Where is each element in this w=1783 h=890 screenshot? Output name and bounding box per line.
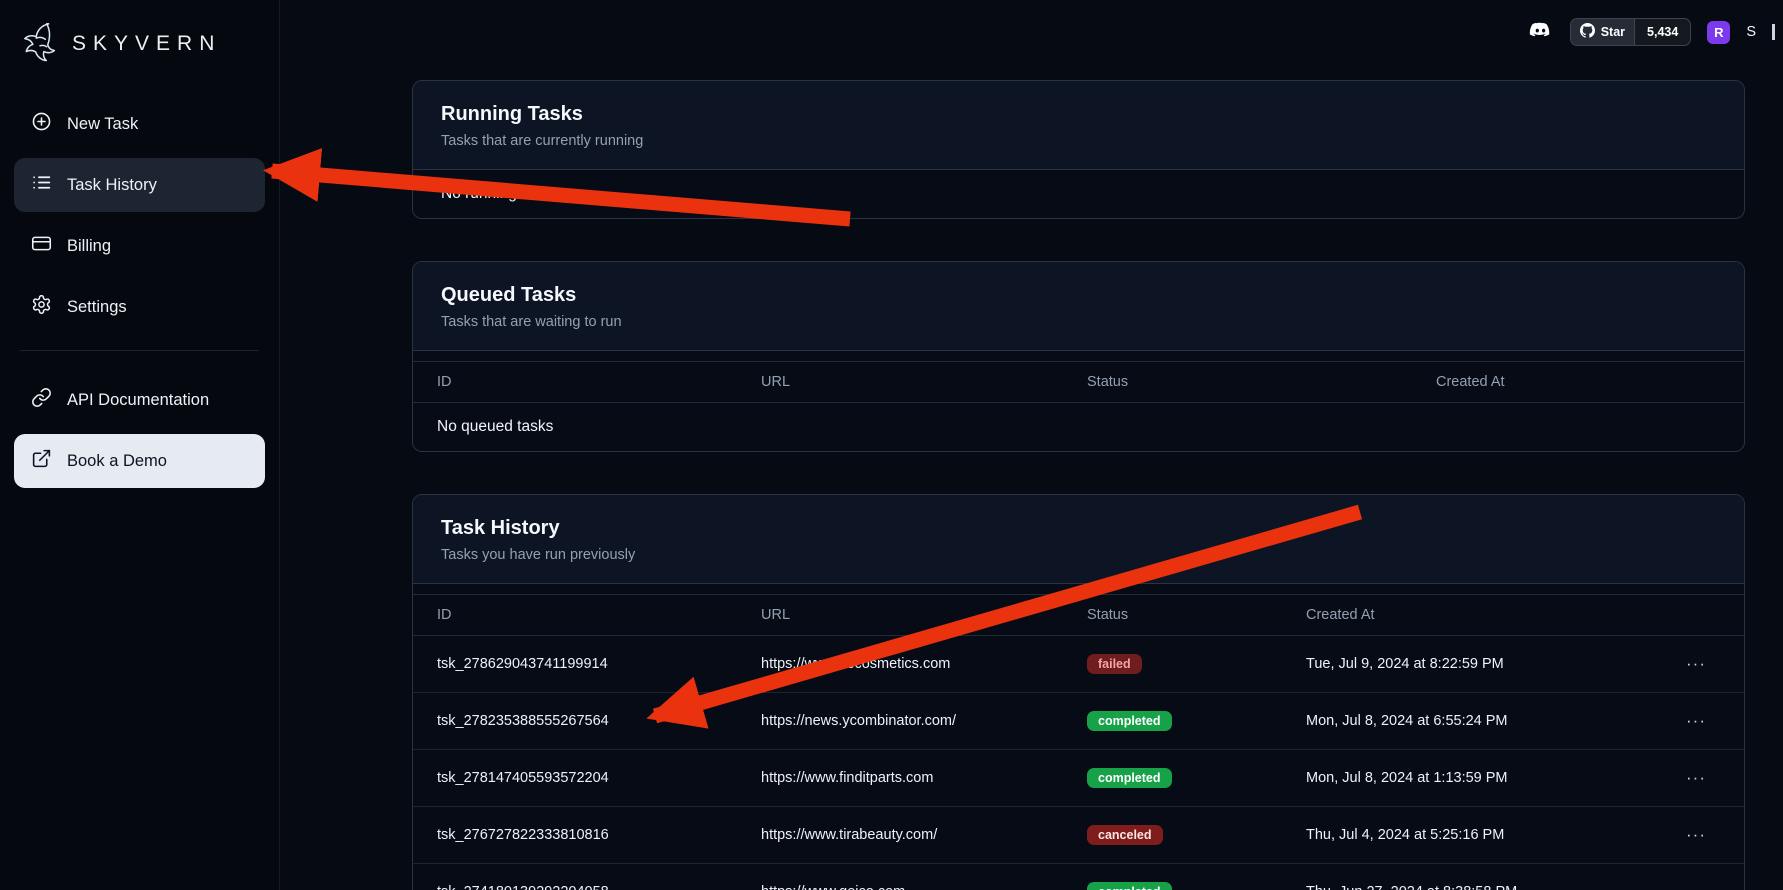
- table-row[interactable]: tsk_274180139292204058 https://www.geico…: [413, 864, 1744, 890]
- column-header-created-at: Created At: [1306, 595, 1680, 635]
- github-icon: [1580, 23, 1595, 41]
- card-subtitle: Tasks that are waiting to run: [441, 314, 1716, 330]
- task-id-cell: tsk_274180139292204058: [413, 868, 761, 890]
- column-header-id: ID: [413, 595, 761, 635]
- top-bar: Star 5,434 R S: [1525, 18, 1775, 46]
- status-badge: canceled: [1087, 825, 1163, 845]
- skyvern-logo-icon: [20, 20, 62, 67]
- avatar[interactable]: R: [1707, 21, 1730, 44]
- row-actions-button[interactable]: ···: [1680, 823, 1712, 847]
- running-tasks-card: Running Tasks Tasks that are currently r…: [412, 80, 1745, 219]
- sidebar-divider: [20, 350, 259, 351]
- status-badge: completed: [1087, 768, 1172, 788]
- task-url-cell: https://www.geico.com: [761, 868, 1087, 890]
- column-header-actions: [1680, 603, 1744, 627]
- status-badge: failed: [1087, 654, 1142, 674]
- sidebar-item-new-task[interactable]: New Task: [14, 97, 265, 151]
- sidebar-item-label: New Task: [67, 115, 138, 134]
- app-title: SKYVERN: [72, 32, 221, 56]
- table-row[interactable]: tsk_276727822333810816 https://www.tirab…: [413, 807, 1744, 864]
- table-row[interactable]: tsk_278235388555267564 https://news.ycom…: [413, 693, 1744, 750]
- task-history-card: Task History Tasks you have run previous…: [412, 494, 1745, 890]
- history-table-header: ID URL Status Created At: [413, 594, 1744, 636]
- column-header-status: Status: [1087, 595, 1306, 635]
- task-created-cell: Mon, Jul 8, 2024 at 1:13:59 PM: [1306, 754, 1680, 802]
- task-url-cell: https://www.finditparts.com: [761, 754, 1087, 802]
- github-star-button[interactable]: Star 5,434: [1570, 18, 1692, 46]
- task-created-cell: Thu, Jul 4, 2024 at 5:25:16 PM: [1306, 811, 1680, 859]
- running-tasks-header: Running Tasks Tasks that are currently r…: [413, 81, 1744, 170]
- task-id-cell: tsk_278147405593572204: [413, 754, 761, 802]
- gear-icon: [31, 294, 52, 320]
- task-history-header: Task History Tasks you have run previous…: [413, 495, 1744, 584]
- task-created-cell: Thu, Jun 27, 2024 at 8:38:58 PM: [1306, 868, 1680, 890]
- table-row[interactable]: tsk_278629043741199914 https://www.iteco…: [413, 636, 1744, 693]
- sidebar-item-label: Task History: [67, 176, 157, 195]
- link-icon: [31, 387, 52, 413]
- row-actions-button[interactable]: ···: [1680, 880, 1712, 890]
- queued-empty-state: No queued tasks: [413, 403, 1744, 451]
- list-icon: [31, 172, 52, 198]
- table-row[interactable]: tsk_278147405593572204 https://www.findi…: [413, 750, 1744, 807]
- sidebar-item-api-documentation[interactable]: API Documentation: [14, 373, 265, 427]
- task-created-cell: Mon, Jul 8, 2024 at 6:55:24 PM: [1306, 697, 1680, 745]
- card-subtitle: Tasks that are currently running: [441, 133, 1716, 149]
- row-actions-button[interactable]: ···: [1680, 709, 1712, 733]
- sidebar-item-label: Book a Demo: [67, 452, 167, 471]
- sidebar-item-task-history[interactable]: Task History: [14, 158, 265, 212]
- card-title: Running Tasks: [441, 103, 1716, 126]
- queued-tasks-card: Queued Tasks Tasks that are waiting to r…: [412, 261, 1745, 452]
- queued-tasks-header: Queued Tasks Tasks that are waiting to r…: [413, 262, 1744, 351]
- external-link-icon: [31, 448, 52, 474]
- sidebar-item-settings[interactable]: Settings: [14, 280, 265, 334]
- column-header-created-at: Created At: [1436, 362, 1744, 402]
- sidebar: SKYVERN New Task Task History Billing Se…: [0, 0, 280, 890]
- logo: SKYVERN: [14, 14, 265, 97]
- task-id-cell: tsk_278235388555267564: [413, 697, 761, 745]
- sidebar-item-book-a-demo[interactable]: Book a Demo: [14, 434, 265, 488]
- user-label: S: [1746, 24, 1756, 40]
- sidebar-item-label: API Documentation: [67, 391, 209, 410]
- task-url-cell: https://www.tirabeauty.com/: [761, 811, 1087, 859]
- column-header-url: URL: [761, 362, 1087, 402]
- column-header-url: URL: [761, 595, 1087, 635]
- plus-circle-icon: [31, 111, 52, 137]
- card-title: Queued Tasks: [441, 284, 1716, 307]
- status-badge: completed: [1087, 882, 1172, 890]
- task-url-cell: https://www.itecosmetics.com: [761, 640, 1087, 688]
- sidebar-item-label: Billing: [67, 237, 111, 256]
- discord-button[interactable]: [1525, 19, 1554, 45]
- task-id-cell: tsk_276727822333810816: [413, 811, 761, 859]
- sidebar-item-billing[interactable]: Billing: [14, 219, 265, 273]
- task-url-cell: https://news.ycombinator.com/: [761, 697, 1087, 745]
- credit-card-icon: [31, 233, 52, 259]
- column-header-status: Status: [1087, 362, 1436, 402]
- column-header-id: ID: [413, 362, 761, 402]
- github-star-label: Star: [1601, 25, 1625, 39]
- task-created-cell: Tue, Jul 9, 2024 at 8:22:59 PM: [1306, 640, 1680, 688]
- row-actions-button[interactable]: ···: [1680, 766, 1712, 790]
- running-empty-state: No running tasks: [413, 170, 1744, 218]
- card-subtitle: Tasks you have run previously: [441, 547, 1716, 563]
- card-title: Task History: [441, 517, 1716, 540]
- queued-table-header: ID URL Status Created At: [413, 361, 1744, 403]
- sidebar-item-label: Settings: [67, 298, 127, 317]
- main-content: Running Tasks Tasks that are currently r…: [280, 0, 1783, 890]
- discord-icon: [1525, 19, 1554, 45]
- github-star-count: 5,434: [1635, 19, 1690, 45]
- row-actions-button[interactable]: ···: [1680, 652, 1712, 676]
- status-badge: completed: [1087, 711, 1172, 731]
- task-id-cell: tsk_278629043741199914: [413, 640, 761, 688]
- clipped-element: [1772, 24, 1775, 40]
